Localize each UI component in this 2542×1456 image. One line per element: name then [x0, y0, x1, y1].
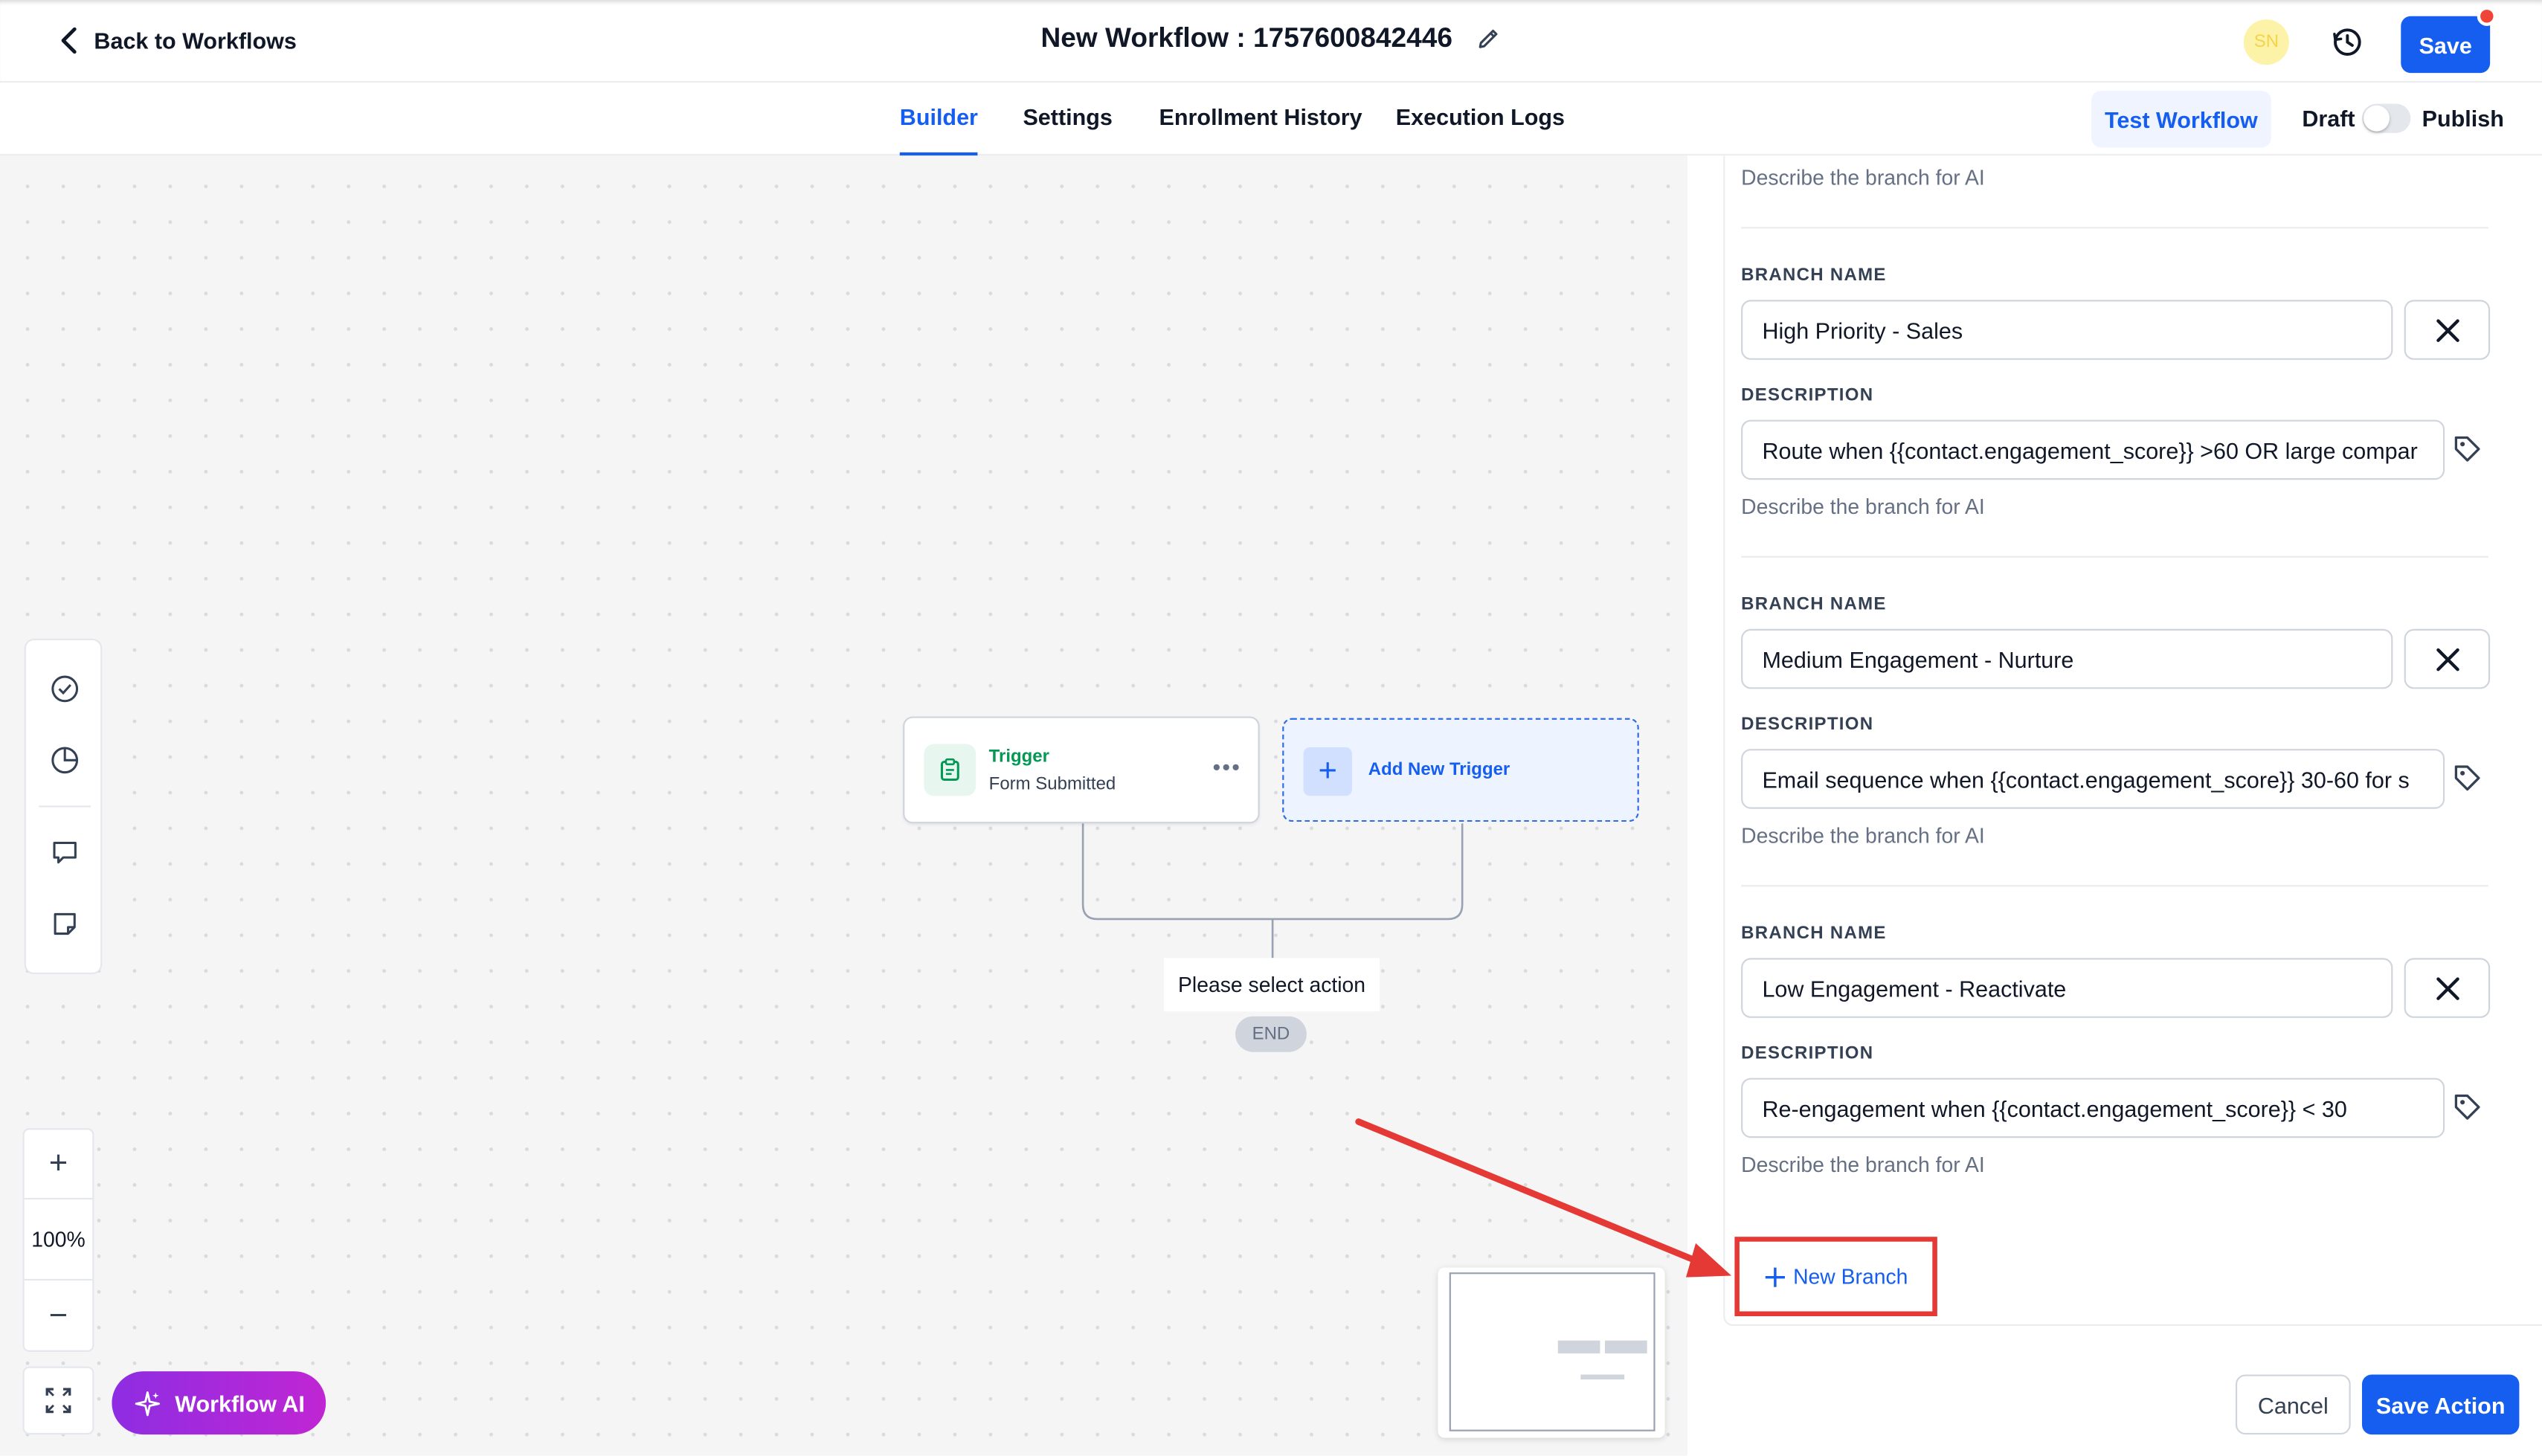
cancel-button[interactable]: Cancel [2235, 1374, 2351, 1435]
zoom-controls: + 100% − [22, 1128, 94, 1352]
description-input[interactable]: Re-engagement when {{contact.engagement_… [1741, 1077, 2445, 1138]
zoom-in-button[interactable]: + [25, 1130, 93, 1198]
save-action-button[interactable]: Save Action [2361, 1374, 2520, 1435]
pencil-icon[interactable] [1475, 26, 1501, 52]
description-input[interactable]: Email sequence when {{contact.engagement… [1741, 749, 2445, 809]
workflow-title-text: New Workflow : 1757600842446 [1040, 22, 1452, 54]
branch-name-input[interactable]: High Priority - Sales [1741, 300, 2393, 360]
end-marker: END [1235, 1016, 1307, 1052]
history-icon[interactable] [2329, 25, 2365, 60]
branch-name-label: BRANCH NAME [1741, 265, 1887, 286]
description-label: DESCRIPTION [1741, 1043, 1874, 1063]
branch-name-input[interactable]: Medium Engagement - Nurture [1741, 628, 2393, 689]
workflow-canvas[interactable]: Trigger Form Submitted ••• + Add New Tri… [0, 155, 1688, 1456]
close-icon [2436, 976, 2459, 999]
avatar[interactable]: SN [2243, 19, 2289, 65]
draft-label: Draft [2302, 105, 2355, 132]
clipboard-icon [924, 744, 976, 796]
close-icon [2436, 647, 2459, 671]
tab-settings[interactable]: Settings [1023, 104, 1112, 156]
tab-enrollment-history[interactable]: Enrollment History [1159, 104, 1362, 156]
trigger-node[interactable]: Trigger Form Submitted ••• [903, 716, 1260, 824]
zoom-out-button[interactable]: − [25, 1282, 93, 1350]
expand-icon [45, 1388, 71, 1414]
tag-icon[interactable] [2451, 433, 2484, 466]
save-button[interactable]: Save [2401, 16, 2491, 74]
new-branch-label: New Branch [1793, 1264, 1908, 1289]
tag-icon[interactable] [2451, 1091, 2484, 1124]
branch-config-panel: Describe the branch for AI BRANCH NAME H… [1687, 155, 2542, 1456]
unsaved-indicator [2477, 6, 2497, 26]
workflow-ai-button[interactable]: Workflow AI [112, 1371, 326, 1435]
section-divider [1741, 227, 2488, 229]
close-icon [2436, 318, 2459, 341]
publish-label: Publish [2422, 105, 2504, 132]
minimap-node [1557, 1340, 1600, 1354]
description-label: DESCRIPTION [1741, 715, 1874, 735]
more-options-icon[interactable]: ••• [1212, 754, 1241, 780]
publish-toggle[interactable] [2361, 103, 2411, 133]
description-input[interactable]: Route when {{contact.engagement_score}} … [1741, 419, 2445, 480]
tag-icon[interactable] [2451, 762, 2484, 795]
workflow-title: New Workflow : 1757600842446 [0, 23, 2542, 56]
section-divider [1741, 885, 2488, 887]
branch-name-label: BRANCH NAME [1741, 924, 1887, 944]
branch-name-label: BRANCH NAME [1741, 594, 1887, 615]
new-branch-button[interactable]: New Branch [1734, 1237, 1937, 1316]
description-hint: Describe the branch for AI [1741, 823, 1985, 848]
fit-view-button[interactable] [22, 1366, 94, 1435]
remove-branch-button[interactable] [2404, 628, 2491, 689]
branch-name-input[interactable]: Low Engagement - Reactivate [1741, 958, 2393, 1018]
minimap-node [1580, 1374, 1625, 1380]
description-label: DESCRIPTION [1741, 385, 1874, 405]
description-hint: Describe the branch for AI [1741, 1152, 1985, 1177]
section-divider [1741, 555, 2488, 558]
tab-bar: Builder Settings Enrollment History Exec… [0, 83, 2542, 156]
tab-builder[interactable]: Builder [899, 104, 978, 156]
sparkle-icon [135, 1390, 160, 1416]
remove-branch-button[interactable] [2404, 958, 2491, 1018]
select-action-node[interactable]: Please select action [1164, 958, 1380, 1012]
plus-icon [1766, 1266, 1786, 1286]
top-bar: Back to Workflows New Workflow : 1757600… [0, 0, 2542, 83]
trigger-title: Trigger [988, 747, 1049, 767]
minimap[interactable] [1438, 1267, 1665, 1438]
remove-branch-button[interactable] [2404, 300, 2491, 360]
branch-hint: Describe the branch for AI [1741, 165, 1985, 190]
workflow-ai-label: Workflow AI [175, 1390, 305, 1417]
zoom-level: 100% [24, 1197, 93, 1281]
description-hint: Describe the branch for AI [1741, 494, 1985, 519]
trigger-subtitle: Form Submitted [988, 774, 1116, 795]
test-workflow-button[interactable]: Test Workflow [2091, 91, 2271, 148]
minimap-node [1605, 1340, 1647, 1354]
add-new-trigger-button[interactable]: + Add New Trigger [1282, 718, 1639, 822]
add-new-trigger-label: Add New Trigger [1368, 760, 1510, 780]
plus-icon: + [1303, 747, 1352, 796]
tab-execution-logs[interactable]: Execution Logs [1396, 104, 1565, 156]
